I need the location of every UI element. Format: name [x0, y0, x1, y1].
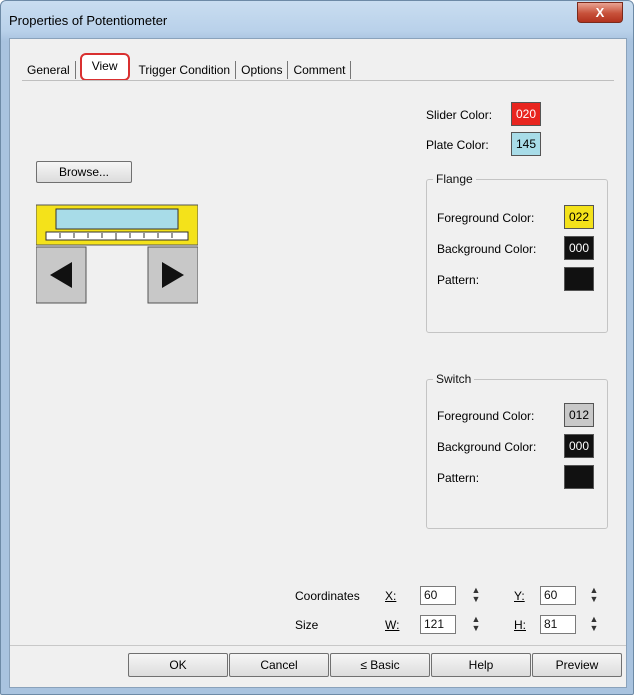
w-label: W:: [385, 618, 400, 632]
y-label: Y:: [514, 589, 525, 603]
cancel-button[interactable]: Cancel: [229, 653, 329, 677]
flange-group: Flange Foreground Color: 022 Background …: [426, 172, 608, 333]
window-title: Properties of Potentiometer: [9, 13, 168, 28]
tab-panel-divider: [22, 80, 614, 81]
h-label: H:: [514, 618, 526, 632]
slider-color-swatch[interactable]: 020: [511, 102, 541, 126]
tab-general[interactable]: General: [22, 61, 76, 79]
coordinates-label: Coordinates: [295, 589, 360, 603]
dialog-window: Properties of Potentiometer X General Vi…: [0, 0, 634, 695]
basic-button[interactable]: ≤ Basic: [330, 653, 430, 677]
y-spinner[interactable]: ▲ ▼: [586, 586, 602, 605]
tab-view[interactable]: View: [79, 53, 130, 81]
switch-pattern-label: Pattern:: [437, 471, 480, 485]
tab-comment[interactable]: Comment: [288, 61, 352, 79]
potentiometer-preview: [35, 195, 199, 307]
x-label: X:: [385, 589, 397, 603]
switch-background-swatch[interactable]: 000: [564, 434, 594, 458]
h-spinner[interactable]: ▲ ▼: [586, 615, 602, 634]
flange-foreground-swatch[interactable]: 022: [564, 205, 594, 229]
size-label: Size: [295, 618, 319, 632]
switch-group-title: Switch: [433, 372, 475, 386]
flange-pattern-swatch[interactable]: [564, 267, 594, 291]
w-input[interactable]: 121: [420, 615, 456, 634]
x-input[interactable]: 60: [420, 586, 456, 605]
potentiometer-preview-graphic: [35, 204, 199, 304]
help-button[interactable]: Help: [431, 653, 531, 677]
slider-color-label: Slider Color:: [426, 108, 493, 122]
preview-button[interactable]: Preview: [532, 653, 622, 677]
w-spinner[interactable]: ▲ ▼: [468, 615, 484, 634]
close-button[interactable]: X: [577, 2, 623, 23]
dialog-client: General View Trigger Condition Options C…: [9, 38, 627, 688]
plate-color-swatch[interactable]: 145: [511, 132, 541, 156]
ok-button[interactable]: OK: [128, 653, 228, 677]
switch-foreground-label: Foreground Color:: [437, 409, 535, 423]
tab-trigger-condition[interactable]: Trigger Condition: [134, 61, 237, 79]
flange-foreground-label: Foreground Color:: [437, 211, 535, 225]
plate-color-label: Plate Color:: [426, 138, 489, 152]
switch-group: Switch Foreground Color: 012 Background …: [426, 372, 608, 529]
browse-button[interactable]: Browse...: [36, 161, 132, 183]
flange-pattern-label: Pattern:: [437, 273, 480, 287]
flange-background-label: Background Color:: [437, 242, 537, 256]
button-bar-divider: [10, 645, 626, 646]
tab-strip: General View Trigger Condition Options C…: [22, 53, 352, 81]
x-spinner[interactable]: ▲ ▼: [468, 586, 484, 605]
y-input[interactable]: 60: [540, 586, 576, 605]
switch-pattern-swatch[interactable]: [564, 465, 594, 489]
h-input[interactable]: 81: [540, 615, 576, 634]
tab-options[interactable]: Options: [236, 61, 289, 79]
switch-foreground-swatch[interactable]: 012: [564, 403, 594, 427]
flange-background-swatch[interactable]: 000: [564, 236, 594, 260]
switch-background-label: Background Color:: [437, 440, 537, 454]
flange-group-title: Flange: [433, 172, 476, 186]
